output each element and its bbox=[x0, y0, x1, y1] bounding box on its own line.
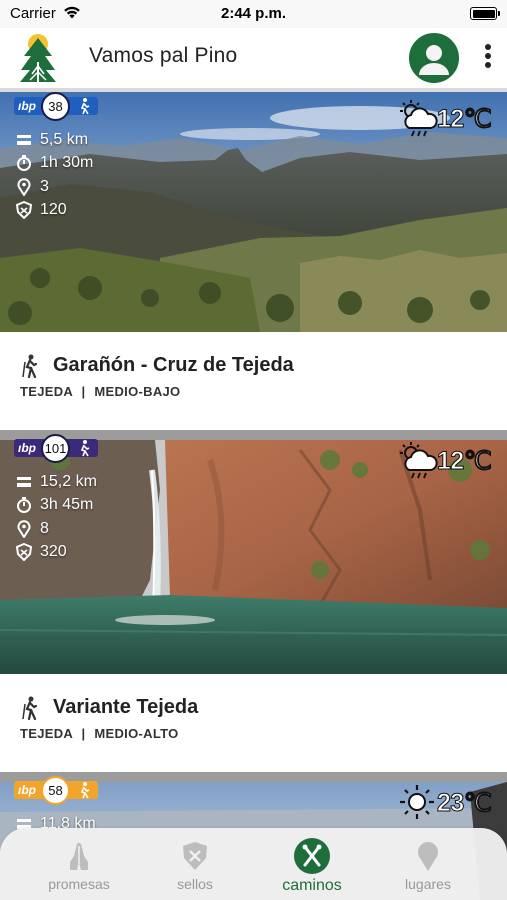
tab-sellos[interactable]: sellos bbox=[132, 828, 258, 900]
tab-label: lugares bbox=[405, 876, 451, 892]
cloud-sun-rain-icon bbox=[400, 100, 438, 137]
duration-value: 3h 45m bbox=[40, 496, 94, 514]
profile-avatar[interactable] bbox=[409, 33, 459, 83]
distance-icon bbox=[17, 134, 31, 145]
route-difficulty: MEDIO-ALTO bbox=[94, 726, 179, 741]
duration-value: 1h 30m bbox=[40, 154, 94, 172]
distance-value: 15,2 km bbox=[40, 472, 97, 490]
route-info[interactable]: Variante Tejeda TEJEDA | MEDIO-ALTO bbox=[0, 674, 507, 772]
app-header: Vamos pal Pino bbox=[0, 28, 507, 88]
route-number-badge: 38 bbox=[41, 91, 70, 121]
meta-separator: | bbox=[81, 384, 86, 399]
cloud-sun-rain-icon bbox=[400, 442, 438, 479]
route-badges: ıbp 38 bbox=[14, 91, 98, 121]
route-number-badge: 58 bbox=[41, 775, 70, 805]
elevation-shield-icon bbox=[15, 201, 33, 220]
tab-caminos[interactable]: caminos bbox=[249, 828, 375, 900]
praying-hands-icon bbox=[70, 843, 88, 870]
shield-stamp-icon bbox=[183, 842, 207, 870]
route-meta: TEJEDA | MEDIO-BAJO bbox=[20, 384, 180, 399]
stopwatch-icon bbox=[17, 497, 31, 514]
meta-separator: | bbox=[81, 726, 86, 741]
elevation-value: 120 bbox=[40, 201, 67, 219]
route-meta: TEJEDA | MEDIO-ALTO bbox=[20, 726, 179, 741]
route-photo: ıbp 38 5,5 km 1h 30m 3 120 12℃ bbox=[0, 88, 507, 332]
walker-icon bbox=[80, 440, 90, 457]
elevation-shield-icon bbox=[15, 543, 33, 562]
bottom-tab-bar: promesas sellos caminos lugares bbox=[0, 828, 507, 900]
map-pin-icon bbox=[418, 842, 438, 871]
pine-tree-logo[interactable] bbox=[16, 32, 60, 84]
route-municipality: TEJEDA bbox=[20, 726, 73, 741]
app-title: Vamos pal Pino bbox=[89, 44, 238, 67]
elevation-value: 320 bbox=[40, 543, 67, 561]
ibp-logo: ıbp bbox=[18, 99, 36, 113]
temperature-value: 23℃ bbox=[436, 789, 492, 818]
distance-value: 5,5 km bbox=[40, 130, 89, 148]
hiker-icon bbox=[22, 354, 38, 378]
waypoint-icon bbox=[17, 519, 31, 538]
ibp-logo: ıbp bbox=[18, 783, 36, 797]
route-name: Variante Tejeda bbox=[53, 696, 199, 718]
temperature-value: 12℃ bbox=[436, 447, 492, 476]
route-badges: ıbp 101 bbox=[14, 433, 98, 463]
route-municipality: TEJEDA bbox=[20, 384, 73, 399]
route-stats: 5,5 km 1h 30m 3 120 bbox=[15, 128, 93, 222]
route-feed[interactable]: ıbp 38 5,5 km 1h 30m 3 120 12℃ Garañón -… bbox=[0, 88, 507, 900]
route-difficulty: MEDIO-BAJO bbox=[94, 384, 181, 399]
route-card[interactable]: ıbp 38 5,5 km 1h 30m 3 120 12℃ Garañón -… bbox=[0, 88, 507, 430]
more-options-icon[interactable] bbox=[480, 42, 496, 74]
battery-icon bbox=[470, 7, 500, 20]
tab-label: caminos bbox=[282, 877, 342, 894]
hiker-icon bbox=[22, 696, 38, 720]
user-icon bbox=[411, 35, 457, 81]
clock: 2:44 p.m. bbox=[220, 5, 287, 22]
crossed-sticks-icon bbox=[294, 838, 330, 874]
tab-promesas[interactable]: promesas bbox=[16, 828, 142, 900]
tab-label: promesas bbox=[48, 876, 110, 892]
weather-widget: 12℃ bbox=[397, 98, 493, 138]
points-value: 3 bbox=[40, 177, 49, 195]
weather-widget: 23℃ bbox=[397, 782, 493, 822]
route-badges: ıbp 58 bbox=[14, 775, 98, 805]
tab-lugares[interactable]: lugares bbox=[365, 828, 491, 900]
walker-icon bbox=[80, 98, 90, 115]
route-card[interactable]: ıbp 101 15,2 km 3h 45m 8 320 12℃ Variant… bbox=[0, 430, 507, 772]
distance-icon bbox=[17, 476, 31, 487]
waypoint-icon bbox=[17, 177, 31, 196]
stopwatch-icon bbox=[17, 155, 31, 172]
route-stats: 15,2 km 3h 45m 8 320 bbox=[15, 470, 97, 564]
route-name: Garañón - Cruz de Tejeda bbox=[53, 354, 294, 376]
weather-widget: 12℃ bbox=[397, 440, 493, 480]
points-value: 8 bbox=[40, 519, 49, 537]
walker-icon bbox=[80, 782, 90, 799]
temperature-value: 12℃ bbox=[436, 105, 492, 134]
route-info[interactable]: Garañón - Cruz de Tejeda TEJEDA | MEDIO-… bbox=[0, 332, 507, 430]
route-number-badge: 101 bbox=[41, 433, 70, 463]
tab-label: sellos bbox=[177, 876, 213, 892]
sun-icon bbox=[400, 785, 434, 819]
ibp-logo: ıbp bbox=[18, 441, 36, 455]
route-photo: ıbp 101 15,2 km 3h 45m 8 320 12℃ bbox=[0, 430, 507, 674]
status-bar: Carrier 2:44 p.m. bbox=[0, 0, 507, 28]
